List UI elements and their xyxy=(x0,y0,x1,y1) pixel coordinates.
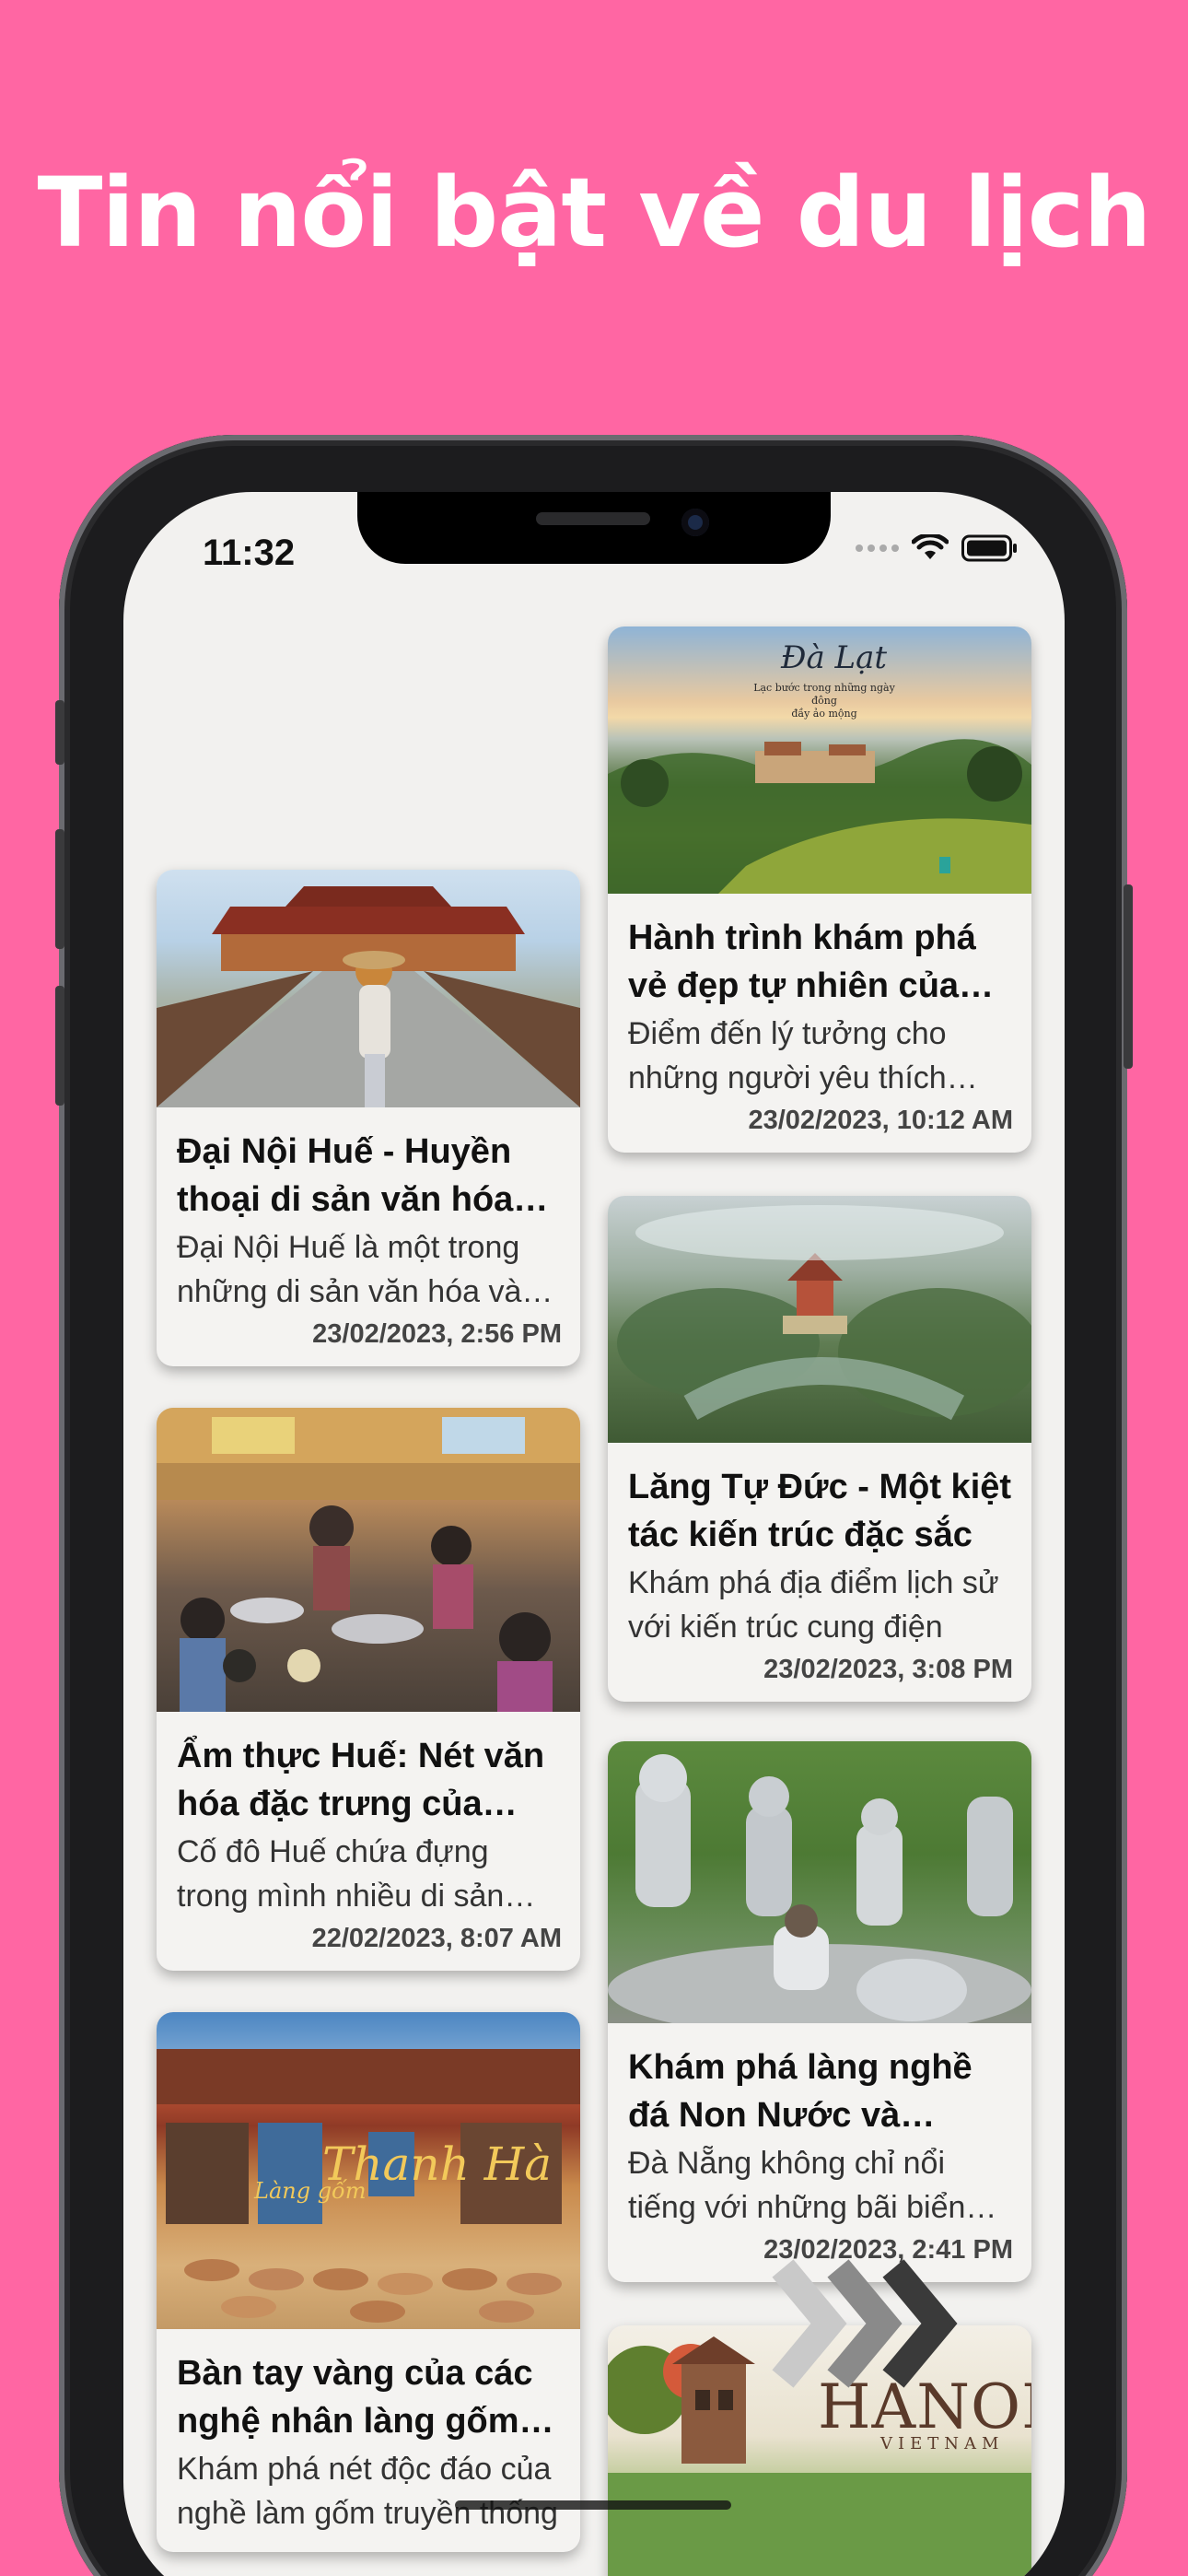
wifi-icon xyxy=(912,534,949,559)
article-image-dalat: Đà Lạt Lạc bước trong những ngày đông đầ… xyxy=(608,626,1031,894)
article-description: Đại Nội Huế là một trong những di sản vă… xyxy=(177,1230,522,1309)
article-date: 23/02/2023, 2:56 PM xyxy=(312,1319,562,1349)
image-subtitle: Lạc bước trong những ngày đông đầy ảo mộ… xyxy=(753,682,895,720)
article-date: 23/02/2023, 10:12 AM xyxy=(748,1106,1013,1135)
article-date: 22/02/2023, 8:07 AM xyxy=(311,1924,562,1953)
page-headline: Tin nổi bật về du lịch xyxy=(37,157,1152,269)
article-image-thanh-ha: Làng gốm Thanh Hà xyxy=(157,2012,580,2329)
status-time: 11:32 xyxy=(203,533,296,573)
article-title: Đại Nội Huế - Huyền thoại di sản văn hóa… xyxy=(177,1132,514,1219)
swipe-chevrons-icon xyxy=(772,2259,958,2388)
article-card[interactable]: Lăng Tự Đức - Một kiệt tác kiến trúc đặc… xyxy=(608,1196,1031,1702)
phone-volume-up-button xyxy=(55,829,64,949)
article-description: Khám phá địa điểm lịch sử với kiến trúc … xyxy=(628,1565,999,1645)
article-card[interactable]: Làng gốm Thanh Hà Bàn tay vàng của các n… xyxy=(157,2012,580,2552)
article-image-non-nuoc xyxy=(608,1741,1031,2023)
image-title: Thanh Hà xyxy=(322,2137,553,2191)
phone-power-button xyxy=(1124,884,1133,1069)
status-icons xyxy=(856,534,1019,562)
signal-dots-icon xyxy=(856,544,899,552)
article-card[interactable]: Khám phá làng nghề đá Non Nước và những … xyxy=(608,1741,1031,2282)
article-description: Điểm đến lý tưởng cho những người yêu th… xyxy=(628,1016,947,1095)
notch xyxy=(357,492,831,564)
article-image-tu-duc xyxy=(608,1196,1031,1443)
article-title: Bàn tay vàng của các nghệ nhân làng gốm … xyxy=(177,2354,533,2441)
article-card[interactable]: Đà Lạt Lạc bước trong những ngày đông đầ… xyxy=(608,626,1031,1153)
article-date: 23/02/2023, 3:08 PM xyxy=(763,1655,1013,1684)
image-subtitle: VIETNAM xyxy=(880,2434,1005,2453)
front-camera-icon xyxy=(681,509,709,536)
image-title: Đà Lạt xyxy=(781,639,888,676)
home-indicator xyxy=(455,2500,731,2510)
article-title: Lăng Tự Đức - Một kiệt tác kiến trúc đặc… xyxy=(628,1468,1012,1554)
article-card[interactable]: Ẩm thực Huế: Nét văn hóa đặc trưng của v… xyxy=(157,1408,580,1971)
article-title: Hành trình khám phá vẻ đẹp tự nhiên của … xyxy=(628,919,976,1005)
article-description: Cố đô Huế chứa đựng trong mình nhiều di … xyxy=(177,1834,505,1914)
battery-icon xyxy=(961,534,1017,562)
article-description: Khám phá nét độc đáo của nghề làm gốm tr… xyxy=(177,2452,558,2531)
article-image-hue-imperial xyxy=(157,870,580,1107)
article-card[interactable]: Đại Nội Huế - Huyền thoại di sản văn hóa… xyxy=(157,870,580,1366)
article-title: Ẩm thực Huế: Nét văn hóa đặc trưng của v… xyxy=(177,1737,545,1823)
article-description: Đà Nẵng không chỉ nổi tiếng với những bã… xyxy=(628,2146,966,2225)
phone-volume-down-button xyxy=(55,986,64,1106)
phone-mute-switch xyxy=(55,700,64,765)
article-image-hue-cuisine xyxy=(157,1408,580,1712)
article-title: Khám phá làng nghề đá Non Nước và những … xyxy=(628,2048,973,2135)
